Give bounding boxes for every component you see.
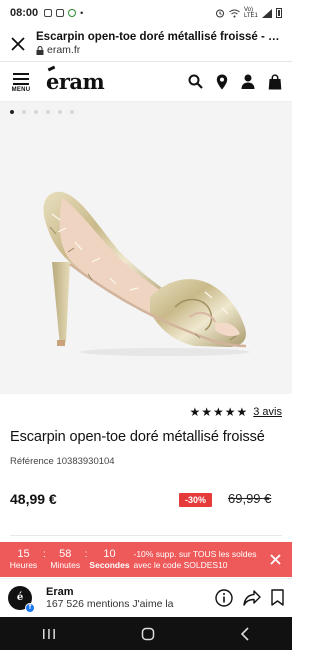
original-price: 69,99 € <box>228 491 272 506</box>
facebook-page-info: Eram 167 526 mentions J'aime la <box>46 586 174 610</box>
gallery-dot[interactable] <box>70 110 74 114</box>
url-area[interactable]: Escarpin open-toe doré métallisé froissé… <box>36 31 292 56</box>
facebook-page-name: Eram <box>46 585 74 598</box>
countdown-minutes-label: Minutes <box>50 560 81 570</box>
search-icon[interactable] <box>188 74 203 89</box>
close-icon <box>11 36 25 51</box>
dot-icon: • <box>80 8 84 18</box>
system-icons: Vo) LTE1 <box>215 7 282 19</box>
product-title: Escarpin open-toe doré métallisé froissé <box>10 429 265 445</box>
facebook-bar: é f Eram 167 526 mentions J'aime la <box>0 578 292 616</box>
back-icon[interactable] <box>240 626 250 641</box>
divider <box>10 535 282 536</box>
countdown-separator: : <box>42 549 46 560</box>
notification-icons: • <box>44 8 83 18</box>
battery-icon <box>276 8 282 18</box>
discount-badge: -30% <box>179 493 213 507</box>
clock: 08:00 <box>10 7 39 19</box>
hamburger-icon <box>13 70 29 88</box>
account-icon[interactable] <box>241 74 255 89</box>
lock-icon <box>36 45 44 55</box>
menu-button[interactable]: MENU <box>8 70 34 93</box>
promo-message: -10% supp. sur TOUS les soldes avec le c… <box>133 548 257 570</box>
info-icon[interactable] <box>215 588 233 607</box>
notification-icon <box>56 9 65 17</box>
notification-icon <box>44 9 53 17</box>
bookmark-icon[interactable] <box>271 589 284 606</box>
browser-bar: Escarpin open-toe doré métallisé froissé… <box>0 26 292 62</box>
rating-summary: ★★★★★ 3 avis <box>189 405 282 419</box>
facebook-icon: f <box>25 602 35 613</box>
promo-close-button[interactable] <box>265 549 286 571</box>
close-icon <box>270 554 281 565</box>
gallery-dot[interactable] <box>22 110 26 114</box>
domain-text: eram.fr <box>47 44 81 56</box>
close-tab-button[interactable] <box>0 26 36 62</box>
product-reference: Référence 10383930104 <box>10 456 115 467</box>
system-navigation-bar <box>0 617 292 650</box>
cart-icon[interactable] <box>268 73 282 90</box>
avatar-logo: é <box>16 592 24 603</box>
share-icon[interactable] <box>243 589 261 606</box>
countdown-minutes: 58 Minutes <box>48 548 83 571</box>
gallery-dot[interactable] <box>58 110 62 114</box>
site-header: MENU eram <box>0 62 292 102</box>
domain-row: eram.fr <box>36 44 284 56</box>
gold-pump-image <box>43 191 250 356</box>
gallery-dot[interactable] <box>46 110 50 114</box>
facebook-actions <box>215 588 284 607</box>
countdown-seconds-label: Secondes <box>89 560 130 570</box>
page-title: Escarpin open-toe doré métallisé froissé… <box>36 31 284 43</box>
home-icon[interactable] <box>141 627 155 641</box>
promo-countdown-banner: 15 Heures : 58 Minutes : 10 Secondes -10… <box>0 542 292 577</box>
signal-icon <box>262 8 272 18</box>
menu-label: MENU <box>11 87 31 93</box>
gallery-dot[interactable] <box>10 110 14 114</box>
countdown-seconds-value: 10 <box>103 548 116 560</box>
gallery-pagination <box>10 110 74 114</box>
countdown-hours: 15 Heures <box>6 548 41 571</box>
countdown-minutes-value: 58 <box>59 548 72 560</box>
status-bar: 08:00 • Vo) LTE1 <box>0 0 292 26</box>
current-price: 48,99 € <box>10 491 57 507</box>
eram-logo[interactable]: eram <box>46 65 105 94</box>
countdown-separator: : <box>84 549 88 560</box>
star-rating-icon: ★★★★★ <box>189 405 249 419</box>
reviews-link[interactable]: 3 avis <box>253 406 282 418</box>
avatar[interactable]: é f <box>8 585 35 613</box>
countdown-hours-value: 15 <box>17 548 30 560</box>
wifi-icon <box>229 9 240 17</box>
facebook-likes: 167 526 mentions J'aime la <box>46 597 174 610</box>
product-image-gallery[interactable] <box>0 102 292 394</box>
alarm-icon <box>216 9 224 18</box>
header-icons <box>188 73 284 90</box>
network-label: Vo) LTE1 <box>244 7 258 19</box>
countdown-hours-label: Heures <box>9 560 38 570</box>
logo-text: eram <box>46 69 105 94</box>
store-locator-icon[interactable] <box>216 74 228 90</box>
whatsapp-icon <box>68 9 77 17</box>
gallery-dot[interactable] <box>34 110 38 114</box>
recent-apps-icon[interactable] <box>42 628 56 640</box>
countdown-seconds: 10 Secondes <box>89 548 130 571</box>
